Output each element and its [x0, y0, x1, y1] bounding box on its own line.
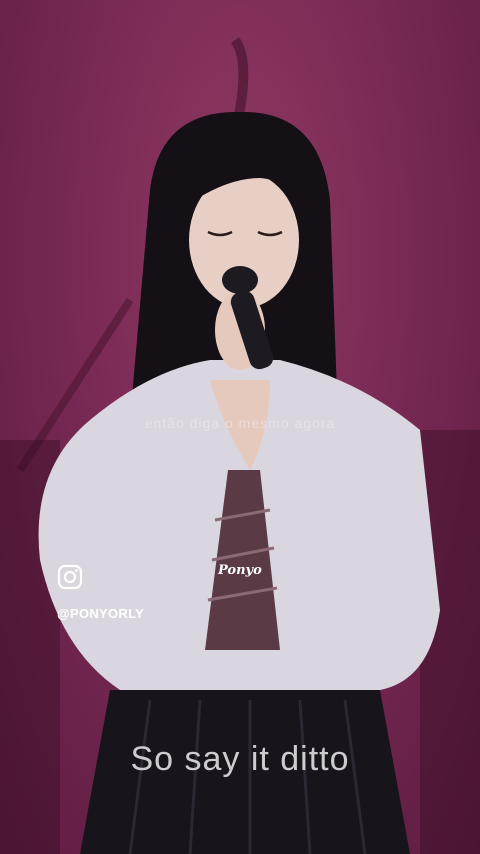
instagram-icon [57, 564, 83, 590]
watermark-logo: Ponyo [218, 563, 262, 578]
subtitle: So say it ditto [130, 740, 350, 778]
overlay-caption: então diga o mesmo agora [144, 415, 336, 431]
watermark-handle: @PONYORLY [57, 606, 145, 621]
video-frame: então diga o mesmo agora @PONYORLY Ponyo… [0, 0, 480, 854]
